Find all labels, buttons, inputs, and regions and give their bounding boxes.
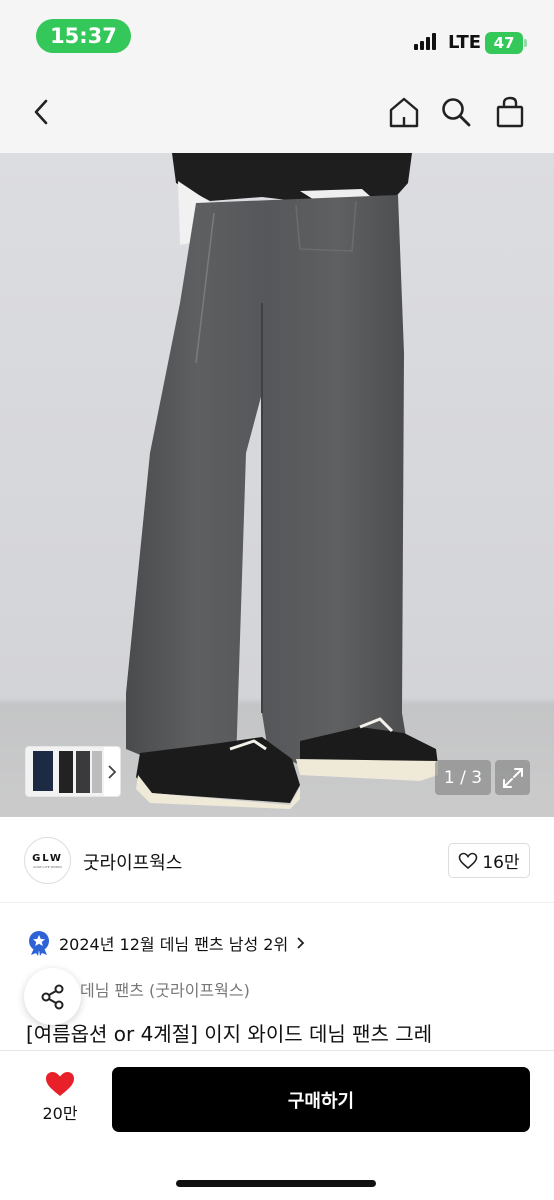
brand-name[interactable]: 굿라이프웍스 — [83, 849, 182, 875]
share-icon — [41, 984, 63, 1009]
expand-button[interactable] — [495, 760, 530, 795]
ranking-link[interactable]: 2024년 12월 데님 팬츠 남성 2위 — [27, 930, 306, 956]
thumbnail-image — [26, 747, 117, 796]
network-label: LTE — [448, 32, 482, 53]
home-icon — [389, 97, 419, 128]
cart-button[interactable] — [490, 92, 530, 132]
chevron-right-icon — [297, 937, 305, 949]
wishlist-button[interactable]: 20만 — [37, 1070, 83, 1124]
brand-logo[interactable]: GLW GOOD LIFE WORKS — [24, 837, 71, 884]
search-button[interactable] — [436, 92, 476, 132]
back-icon — [34, 99, 48, 125]
wishlist-count: 20만 — [42, 1104, 78, 1123]
brand-like-button[interactable]: 16만 — [448, 843, 530, 878]
chevron-right-icon — [108, 765, 117, 779]
product-photo — [126, 153, 438, 809]
category-breadcrumb[interactable]: 데님 팬츠 (굿라이프웍스) — [80, 977, 250, 1001]
signal-icon — [414, 33, 436, 50]
ranking-text: 2024년 12월 데님 팬츠 남성 2위 — [59, 935, 289, 954]
brand-row[interactable]: GLW GOOD LIFE WORKS 굿라이프웍스 16만 — [0, 817, 554, 903]
heart-outline-icon — [459, 852, 478, 869]
product-title: [여름옵션 or 4계절] 이지 와이드 데님 팬츠 그레 — [26, 1022, 433, 1046]
brand-like-count: 16만 — [482, 853, 520, 873]
buy-button[interactable]: 구매하기 — [112, 1067, 530, 1132]
thumbnail-strip[interactable] — [25, 746, 121, 797]
status-time: 15:37 — [36, 19, 131, 53]
home-button[interactable] — [384, 92, 424, 132]
heart-filled-icon — [46, 1072, 74, 1096]
search-icon — [442, 98, 471, 127]
brand-logo-text: GLW — [32, 852, 63, 864]
ranking-badge-icon — [29, 931, 49, 956]
share-button[interactable] — [24, 968, 81, 1025]
brand-logo-subtext: GOOD LIFE WORKS — [33, 864, 62, 869]
shopping-bag-icon — [496, 96, 524, 128]
expand-icon — [502, 767, 523, 788]
top-nav — [0, 78, 554, 153]
page-indicator: 1 / 3 — [435, 760, 491, 795]
status-bar: 15:37 LTE 47 — [0, 0, 554, 78]
battery-cap — [524, 39, 527, 47]
product-image[interactable] — [0, 153, 554, 817]
home-indicator — [176, 1180, 376, 1187]
battery-icon: 47 — [485, 32, 523, 54]
back-button[interactable] — [22, 92, 62, 132]
